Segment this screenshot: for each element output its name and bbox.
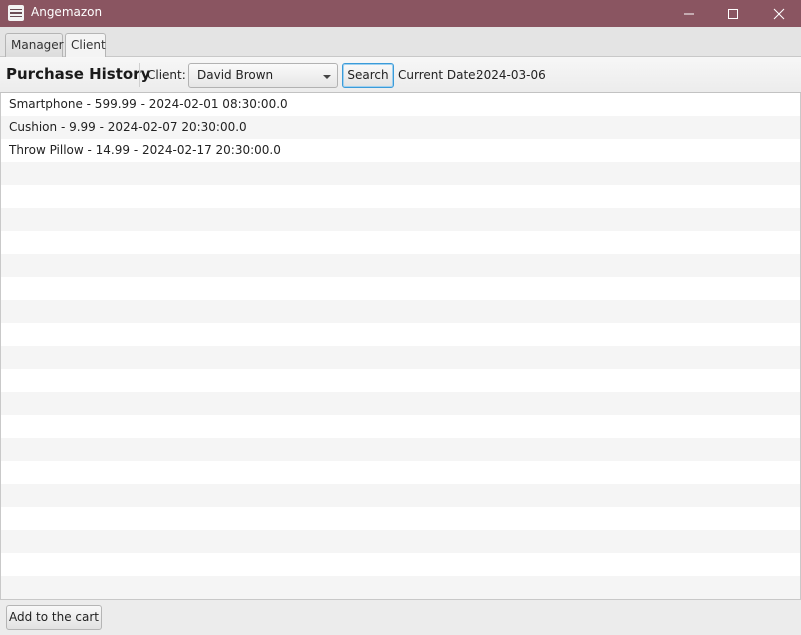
list-item[interactable]: Smartphone - 599.99 - 2024-02-01 08:30:0… — [1, 93, 800, 116]
empty-list-row[interactable] — [1, 185, 800, 208]
toolbar: Purchase History Client: David Brown Sea… — [0, 57, 801, 93]
empty-list-row[interactable] — [1, 507, 800, 530]
empty-list-row[interactable] — [1, 277, 800, 300]
empty-list-row[interactable] — [1, 530, 800, 553]
minimize-icon — [684, 13, 694, 14]
client-label: Client: — [147, 68, 186, 82]
empty-list-row[interactable] — [1, 208, 800, 231]
close-icon — [773, 8, 785, 19]
search-button[interactable]: Search — [342, 63, 394, 88]
empty-list-row[interactable] — [1, 461, 800, 484]
close-button[interactable] — [756, 0, 801, 27]
tab-bar: Manager Client — [0, 27, 801, 59]
toolbar-separator — [139, 63, 140, 87]
empty-list-row[interactable] — [1, 484, 800, 507]
title-bar: Angemazon — [0, 0, 801, 27]
store-icon — [8, 5, 24, 21]
tab-client[interactable]: Client — [65, 33, 106, 59]
empty-list-row[interactable] — [1, 346, 800, 369]
page-title: Purchase History — [6, 65, 151, 83]
empty-list-row[interactable] — [1, 231, 800, 254]
tab-manager[interactable]: Manager — [5, 33, 64, 58]
minimize-button[interactable] — [666, 0, 712, 27]
add-to-cart-button[interactable]: Add to the cart — [6, 605, 102, 630]
empty-list-row[interactable] — [1, 392, 800, 415]
client-select-value: David Brown — [197, 68, 274, 82]
empty-list-row[interactable] — [1, 300, 800, 323]
footer: Add to the cart — [0, 599, 801, 635]
client-select[interactable]: David Brown — [188, 63, 338, 88]
empty-list-row[interactable] — [1, 254, 800, 277]
current-date-value: 2024-03-06 — [476, 68, 546, 82]
list-item[interactable]: Throw Pillow - 14.99 - 2024-02-17 20:30:… — [1, 139, 800, 162]
current-date-label: Current Date: — [398, 68, 480, 82]
purchase-list[interactable]: Smartphone - 599.99 - 2024-02-01 08:30:0… — [0, 93, 801, 599]
empty-list-row[interactable] — [1, 553, 800, 576]
maximize-icon — [728, 8, 738, 19]
empty-list-row[interactable] — [1, 576, 800, 599]
empty-list-row[interactable] — [1, 438, 800, 461]
empty-list-row[interactable] — [1, 369, 800, 392]
list-item[interactable]: Cushion - 9.99 - 2024-02-07 20:30:00.0 — [1, 116, 800, 139]
empty-list-row[interactable] — [1, 323, 800, 346]
maximize-button[interactable] — [710, 0, 756, 27]
window-title: Angemazon — [31, 5, 103, 19]
chevron-down-icon — [323, 75, 331, 79]
empty-list-row[interactable] — [1, 415, 800, 438]
empty-list-row[interactable] — [1, 162, 800, 185]
